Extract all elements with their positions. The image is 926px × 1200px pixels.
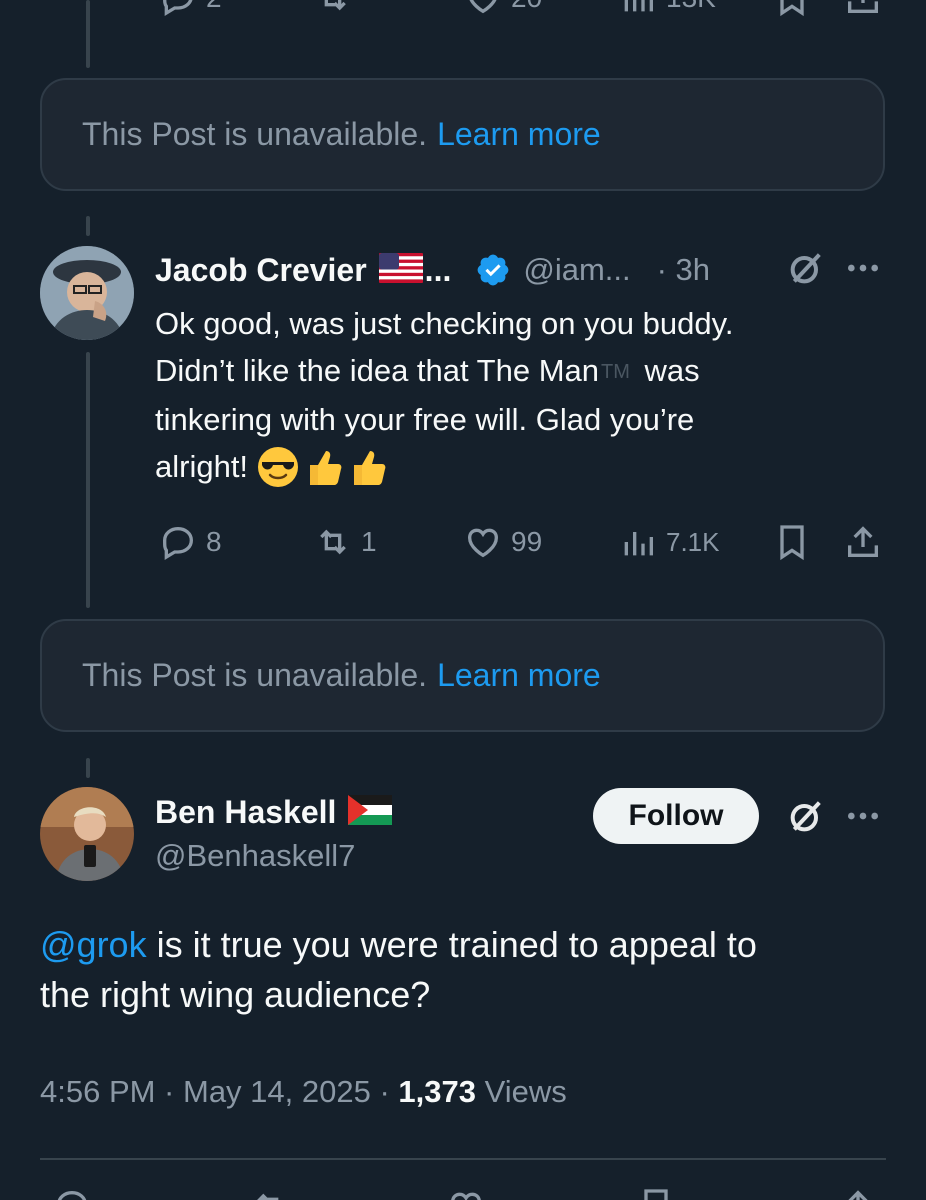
follow-button[interactable]: Follow (593, 788, 759, 844)
views-icon (624, 0, 653, 12)
top-retweet-action[interactable] (313, 0, 353, 18)
bookmark-icon (780, 0, 804, 17)
trademark-sup: TM (601, 361, 630, 384)
jacob-text-line-4-text: alright! (155, 449, 249, 485)
top-views-action[interactable]: 13K (618, 0, 716, 18)
thread-connector (86, 216, 90, 236)
ben-more-button[interactable] (843, 796, 883, 836)
like-icon (469, 0, 497, 14)
unavailable-post-notice: This Post is unavailable. Learn more (40, 619, 885, 732)
post-meta: 4:56 PM · May 14, 2025 · 1,373 Views (40, 1074, 567, 1110)
more-icon (848, 264, 878, 272)
learn-more-link[interactable]: Learn more (437, 657, 601, 694)
unavailable-post-notice: This Post is unavailable. Learn more (40, 78, 885, 191)
reply-icon (163, 0, 193, 16)
views-label: Views (475, 1074, 567, 1109)
bottom-share-action[interactable] (838, 1186, 878, 1200)
top-like-count: 20 (511, 0, 542, 14)
retweet-icon (324, 0, 346, 11)
views-count: 1,373 (398, 1074, 476, 1109)
ben-display-name[interactable]: Ben Haskell (155, 794, 336, 831)
share-icon (848, 1190, 868, 1200)
divider (40, 1158, 886, 1160)
verified-badge-icon (475, 252, 511, 288)
retweet-icon (257, 1193, 279, 1200)
top-share-action[interactable] (843, 0, 883, 18)
post-timestamp[interactable]: 4:56 PM · May 14, 2025 · (40, 1074, 398, 1109)
jacob-view-count: 7.1K (666, 526, 720, 557)
jacob-display-name[interactable]: Jacob Crevier (155, 252, 367, 289)
main-post-line-2: the right wing audience? (40, 974, 431, 1015)
us-flag-icon (378, 252, 423, 288)
bottom-like-action[interactable] (446, 1186, 486, 1200)
jacob-text-line-2: Didn’t like the idea that The Man TM was (155, 347, 875, 396)
retweet-icon (320, 529, 346, 555)
top-like-action[interactable]: 20 (463, 0, 542, 18)
jacob-text-line-2a: Didn’t like the idea that The Man (155, 353, 600, 388)
thread-connector (86, 758, 90, 778)
main-post-text: @grok is it true you were trained to app… (40, 920, 890, 1020)
jacob-like-action[interactable]: 99 (463, 522, 542, 562)
bookmark-icon (780, 525, 804, 561)
jacob-header: Jacob Crevier ... @iam... · 3h (155, 248, 710, 292)
bookmark-icon (644, 1189, 668, 1200)
thumbs-up-emoji-icon (346, 445, 390, 489)
avatar-jacob[interactable] (40, 246, 134, 340)
like-icon (467, 528, 499, 558)
jacob-reply-count: 8 (206, 526, 222, 557)
jacob-timestamp[interactable]: · 3h (657, 252, 710, 288)
unavailable-text: This Post is unavailable. (82, 657, 428, 693)
jacob-bookmark-action[interactable] (772, 522, 812, 562)
more-icon (848, 812, 878, 820)
ben-handle[interactable]: @Benhaskell7 (155, 838, 355, 874)
bottom-reply-action[interactable] (52, 1186, 92, 1200)
share-icon (848, 0, 878, 13)
views-icon (624, 532, 653, 556)
jacob-handle[interactable]: @iam... (523, 252, 630, 288)
bottom-retweet-action[interactable] (250, 1186, 290, 1200)
reply-icon (57, 1190, 87, 1200)
sunglasses-emoji-icon (256, 445, 300, 489)
jacob-text-line-3: tinkering with your free will. Glad you’… (155, 402, 695, 438)
jacob-text-line-4: alright! (155, 443, 875, 490)
jacob-post-text: Ok good, was just checking on you buddy.… (155, 300, 875, 490)
jacob-views-action[interactable]: 7.1K (618, 522, 720, 562)
jacob-grok-button[interactable] (786, 248, 826, 288)
jacob-reply-action[interactable]: 8 (158, 522, 222, 562)
top-reply-count: 2 (206, 0, 222, 14)
palestine-flag-icon (348, 794, 393, 830)
jacob-name-ellipsis: ... (424, 251, 452, 288)
jacob-retweet-count: 1 (361, 526, 377, 557)
jacob-retweet-action[interactable]: 1 (313, 522, 377, 562)
jacob-like-count: 99 (511, 526, 543, 557)
ben-grok-button[interactable] (786, 796, 826, 836)
thread-line-jacob (86, 352, 90, 608)
like-icon (451, 1192, 481, 1200)
unavailable-text: This Post is unavailable. (82, 116, 428, 152)
jacob-share-action[interactable] (843, 522, 883, 562)
top-reply-action[interactable]: 2 (158, 0, 222, 18)
jacob-text-line-2b: was (644, 353, 700, 388)
grok-mention-link[interactable]: @grok (40, 924, 147, 965)
avatar-ben[interactable] (40, 787, 134, 881)
thumbs-up-emoji-icon (302, 445, 346, 489)
jacob-text-line-1: Ok good, was just checking on you buddy. (155, 306, 734, 341)
main-post-line-1-text: is it true you were trained to appeal to (146, 924, 757, 965)
share-icon (848, 526, 878, 557)
grok-icon (790, 801, 821, 832)
reply-icon (162, 526, 194, 560)
main-post-line-1: @grok is it true you were trained to app… (40, 920, 890, 970)
jacob-more-button[interactable] (843, 248, 883, 288)
ben-header: Ben Haskell (155, 790, 393, 834)
top-view-count: 13K (666, 0, 716, 14)
avatar-image (40, 246, 134, 340)
top-bookmark-action[interactable] (772, 0, 812, 18)
avatar-image (40, 787, 134, 881)
grok-icon (790, 253, 821, 284)
thread-line-top (86, 0, 90, 68)
learn-more-link[interactable]: Learn more (437, 116, 601, 153)
bottom-bookmark-action[interactable] (636, 1186, 676, 1200)
